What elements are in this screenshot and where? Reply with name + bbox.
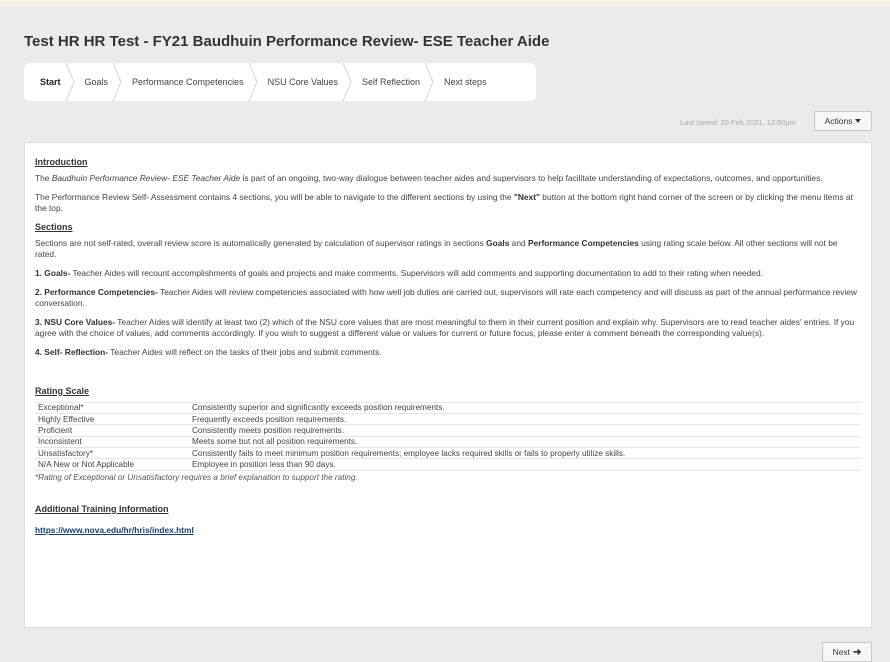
top-strip (0, 0, 890, 6)
caret-down-icon (855, 119, 862, 123)
rating-label: Unsatisfactory* (35, 447, 189, 459)
training-link[interactable]: https://www.nova.edu/hr/hris/index.html (35, 525, 194, 535)
tab-label: NSU Core Values (267, 77, 338, 87)
tab-label: Goals (84, 77, 109, 87)
tab-self-reflection[interactable]: Self Reflection (352, 63, 434, 101)
rating-description: Meets some but not all position requirem… (189, 435, 861, 448)
rating-label: Proficient (35, 424, 189, 437)
table-row: Exceptional* Consistently superior and si… (35, 401, 861, 414)
next-label: Next (832, 647, 851, 657)
actions-dropdown-button[interactable]: Actions (814, 111, 872, 131)
rating-note: *Rating of Exceptional or Unsatisfactory… (35, 472, 358, 482)
training-heading: Additional Training Information (35, 503, 169, 514)
rating-description: Consistently meets position requirements… (189, 424, 861, 437)
rating-label: Highly Effective (35, 412, 189, 425)
sections-heading: Sections (35, 221, 73, 232)
rating-label: N/A New or Not Applicable (35, 458, 189, 471)
table-row: N/A New or Not Applicable Employee in pos… (35, 458, 861, 471)
sections-paragraph: Sections are not self-rated, overall rev… (35, 237, 838, 260)
table-row: Proficient Consistently meets position re… (35, 424, 861, 437)
tab-next-steps[interactable]: Next steps (434, 63, 501, 101)
rating-scale-heading: Rating Scale (35, 385, 90, 396)
rating-description: Employee in position less than 90 days. (189, 458, 861, 471)
intro-paragraph: The Baudhuin Performance Review- ESE Tea… (35, 173, 823, 183)
introduction-heading: Introduction (35, 157, 88, 167)
chevron-separator-icon (342, 63, 352, 101)
tab-performance-competencies[interactable]: Performance Competencies (122, 63, 258, 101)
chevron-separator-icon (65, 63, 75, 101)
chevron-separator-icon (112, 63, 122, 101)
rating-description: Consistently fails to meet minimum posit… (189, 447, 861, 459)
section-item-performance-competencies: 2. Performance Competencies- Teacher Aid… (35, 286, 857, 309)
rating-description: Frequently exceeds position requirements… (189, 412, 861, 425)
content-panel: Introduction The Baudhuin Performance Re… (24, 142, 872, 628)
rating-label: Exceptional* (35, 401, 189, 414)
table-row: Inconsistent Meets some but not all posit… (35, 435, 861, 448)
tab-nsu-core-values[interactable]: NSU Core Values (258, 63, 352, 101)
section-item-nsu-core-values: 3. NSU Core Values- Teacher Aides will i… (35, 316, 855, 339)
arrow-right-icon: ➜ (853, 646, 862, 658)
wizard-steps: Start Goals Performance Competencies NSU… (24, 63, 536, 101)
next-button[interactable]: Next ➜ (822, 642, 872, 662)
tab-goals[interactable]: Goals (75, 63, 123, 101)
table-row: Highly Effective Frequently exceeds posit… (35, 412, 861, 425)
rating-label: Inconsistent (35, 435, 189, 448)
section-item-self-reflection: 4. Self- Reflection- Teacher Aides will … (35, 346, 382, 357)
intro-navigation-paragraph: The Performance Review Self- Assessment … (35, 191, 853, 214)
actions-label: Actions (824, 116, 853, 126)
last-saved-text: Last saved: 20 Feb 2021, 12:50pm (680, 118, 796, 127)
page-title: Test HR HR Test - FY21 Baudhuin Performa… (24, 33, 550, 50)
tab-label: Self Reflection (361, 77, 420, 87)
chevron-separator-icon (248, 63, 258, 101)
tab-label: Performance Competencies (132, 77, 244, 87)
table-row: Unsatisfactory* Consistently fails to mee… (35, 447, 861, 459)
tab-label: Start (40, 77, 61, 87)
section-item-goals: 1. Goals- Teacher Aides will recount acc… (35, 267, 763, 278)
rating-description: Consistently superior and significantly … (189, 401, 861, 414)
tab-label: Next steps (444, 77, 487, 87)
rating-scale-table: Exceptional* Consistently superior and si… (35, 401, 861, 471)
chevron-separator-icon (424, 63, 434, 101)
tab-start[interactable]: Start (36, 63, 75, 101)
